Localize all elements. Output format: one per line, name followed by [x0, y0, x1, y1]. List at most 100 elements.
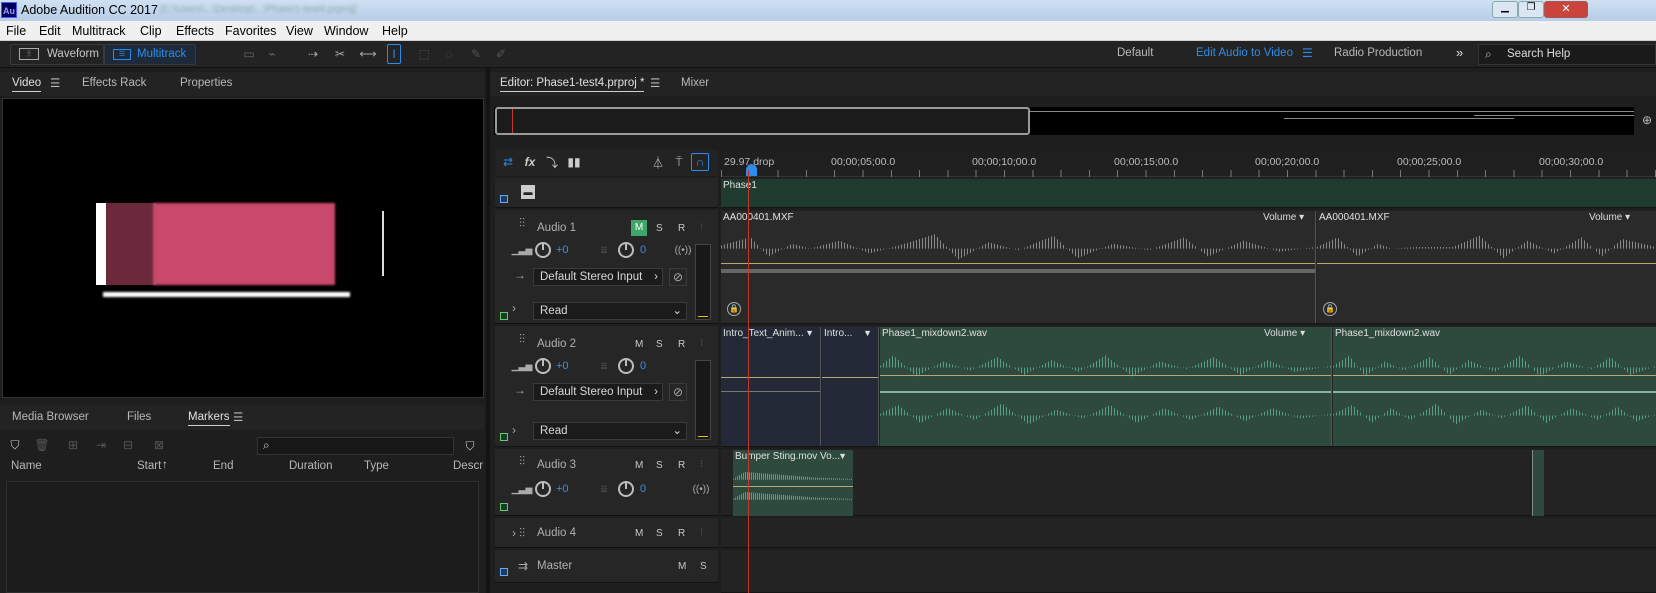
audio3-clip-bumper[interactable]: Bumper Sting.mov Vo... ▼: [733, 450, 853, 516]
spectral-display-icon[interactable]: ▭: [240, 47, 258, 61]
audio2-clip-intro-text[interactable]: Intro_Text_Anim... ▼: [721, 327, 821, 446]
drag-handle-icon[interactable]: ⫶⫶: [515, 454, 529, 468]
audio1-automation-mode[interactable]: Read ⌄: [533, 302, 687, 320]
batch-process-icon[interactable]: ⊠: [150, 437, 168, 453]
audio4-record[interactable]: R: [678, 528, 685, 539]
audio1-clip-lock-icon[interactable]: 🔒: [1323, 302, 1337, 316]
panel-menu-icon[interactable]: ☰: [50, 76, 60, 90]
master-select[interactable]: [500, 568, 508, 576]
multitrack-view-button[interactable]: ☰ Multitrack: [104, 44, 196, 65]
chevron-down-icon[interactable]: ▼: [863, 328, 872, 338]
menu-view[interactable]: View: [286, 24, 313, 38]
markers-search-input[interactable]: ⌕: [257, 437, 454, 455]
audio3-solo[interactable]: S: [656, 460, 663, 471]
audio1-pan-knob[interactable]: [618, 242, 634, 258]
workspace-edit-audio-to-video[interactable]: Edit Audio to Video: [1196, 47, 1293, 59]
workspace-menu-icon[interactable]: ☰: [1302, 46, 1313, 60]
audio1-clip-2[interactable]: AA000401.MXF Volume ▾ 🔒: [1317, 211, 1656, 323]
audio4-mute[interactable]: M: [635, 528, 643, 539]
expand-icon[interactable]: ›: [509, 423, 519, 437]
audio2-clip-volume[interactable]: Volume ▾: [1264, 328, 1305, 339]
audio2-clip-intro[interactable]: Intro... ▼: [822, 327, 879, 446]
audio1-volume-value[interactable]: +0: [556, 244, 569, 256]
col-description[interactable]: Descr: [453, 460, 483, 472]
col-end[interactable]: End: [213, 460, 233, 472]
workspace-radio-production[interactable]: Radio Production: [1334, 47, 1422, 59]
clip-lock-icon[interactable]: ⍑: [670, 153, 688, 171]
menu-edit[interactable]: Edit: [39, 24, 61, 38]
audio3-record[interactable]: R: [678, 460, 685, 471]
audio4-name[interactable]: Audio 4: [537, 527, 576, 539]
tab-markers[interactable]: Markers: [188, 411, 230, 426]
audio2-pan-value[interactable]: 0: [640, 360, 646, 372]
audio1-volume-knob[interactable]: [535, 242, 551, 258]
menu-window[interactable]: Window: [324, 24, 368, 38]
audio1-clip-lock-icon[interactable]: 🔒: [727, 302, 741, 316]
audio1-select[interactable]: [500, 312, 508, 320]
add-marker-icon[interactable]: ⛉: [8, 437, 22, 453]
zoom-handle-icon[interactable]: ⊕: [1640, 112, 1654, 128]
audio1-pan-value[interactable]: 0: [640, 244, 646, 256]
audio1-input-select[interactable]: Default Stereo Input ›: [533, 268, 663, 286]
menu-favorites[interactable]: Favorites: [225, 24, 276, 38]
tab-mixer[interactable]: Mixer: [681, 77, 709, 89]
audio1-clip-1-volume[interactable]: Volume ▾: [1263, 212, 1304, 223]
audio1-record[interactable]: R: [678, 223, 685, 234]
audio4-monitor-input[interactable]: ⁝: [700, 527, 703, 538]
audio3-name[interactable]: Audio 3: [537, 459, 576, 471]
phase-invert-icon[interactable]: ⊘: [669, 383, 687, 401]
waveform-view-button[interactable]: ⦙⦙ Waveform: [10, 44, 104, 65]
stereo-icon[interactable]: ((•)): [672, 243, 694, 257]
more-workspaces-icon[interactable]: »: [1456, 45, 1463, 60]
audio2-volume-value[interactable]: +0: [556, 360, 569, 372]
expand-icon[interactable]: ›: [509, 301, 519, 315]
effects-fx-icon[interactable]: fx: [521, 153, 539, 171]
tab-properties[interactable]: Properties: [180, 77, 232, 89]
audio3-pan-value[interactable]: 0: [640, 483, 646, 495]
snap-magnet-icon[interactable]: ∩: [691, 153, 709, 171]
tab-effects-rack[interactable]: Effects Rack: [82, 77, 146, 89]
stereo-icon[interactable]: ((•)): [690, 482, 712, 496]
video-track-select[interactable]: [500, 195, 508, 203]
menu-clip[interactable]: Clip: [140, 24, 162, 38]
insert-playlist-icon[interactable]: ⇥: [93, 437, 109, 453]
time-selection-tool-icon[interactable]: I: [387, 44, 401, 64]
overview-visible-range[interactable]: [495, 107, 1030, 135]
col-duration[interactable]: Duration: [289, 460, 332, 472]
audio2-pan-knob[interactable]: [618, 358, 634, 374]
marquee-tool-icon[interactable]: ⬚: [416, 46, 432, 62]
audio1-solo[interactable]: S: [656, 223, 663, 234]
marker-filter-icon[interactable]: ⛉: [462, 438, 478, 454]
audio2-solo[interactable]: S: [656, 339, 663, 350]
export-selection-icon[interactable]: ⊟: [120, 437, 136, 453]
audio3-monitor-input[interactable]: ⁝: [700, 459, 703, 470]
video-clip[interactable]: Phase1: [721, 179, 1656, 207]
audio2-clip-mixdown-2[interactable]: Phase1_mixdown2.wav: [1333, 327, 1656, 446]
editor-menu-icon[interactable]: ☰: [650, 76, 660, 90]
audio3-clip-small[interactable]: [1532, 450, 1544, 516]
tab-editor[interactable]: Editor: Phase1-test4.prproj *: [500, 77, 645, 92]
audio1-mute[interactable]: M: [631, 220, 647, 236]
col-start[interactable]: Start: [137, 460, 161, 472]
tab-media-browser[interactable]: Media Browser: [12, 411, 89, 423]
menu-multitrack[interactable]: Multitrack: [72, 24, 125, 38]
audio2-monitor-input[interactable]: ⁝: [700, 338, 703, 349]
audio3-volume-value[interactable]: +0: [556, 483, 569, 495]
audio2-mute[interactable]: M: [635, 339, 643, 350]
merge-markers-icon[interactable]: ⊞: [65, 437, 81, 453]
markers-menu-icon[interactable]: ☰: [233, 410, 243, 424]
master-solo[interactable]: S: [700, 561, 707, 572]
audio1-clip-2-volume[interactable]: Volume ▾: [1589, 212, 1630, 223]
menu-effects[interactable]: Effects: [176, 24, 214, 38]
chevron-down-icon[interactable]: ▼: [838, 451, 847, 461]
lasso-tool-icon[interactable]: ◌: [441, 46, 457, 62]
audio2-volume-knob[interactable]: [535, 358, 551, 374]
audio2-automation-mode[interactable]: Read ⌄: [533, 422, 687, 440]
sends-icon[interactable]: ⤵: [543, 153, 561, 171]
chevron-down-icon[interactable]: ▼: [805, 328, 814, 338]
audio4-solo[interactable]: S: [656, 528, 663, 539]
drag-handle-icon[interactable]: ⫶⫶: [515, 332, 529, 346]
drag-handle-icon[interactable]: ⫶⫶: [515, 526, 529, 540]
metronome-icon[interactable]: ⏃: [649, 153, 667, 171]
razor-tool-icon[interactable]: ✂: [331, 46, 349, 62]
